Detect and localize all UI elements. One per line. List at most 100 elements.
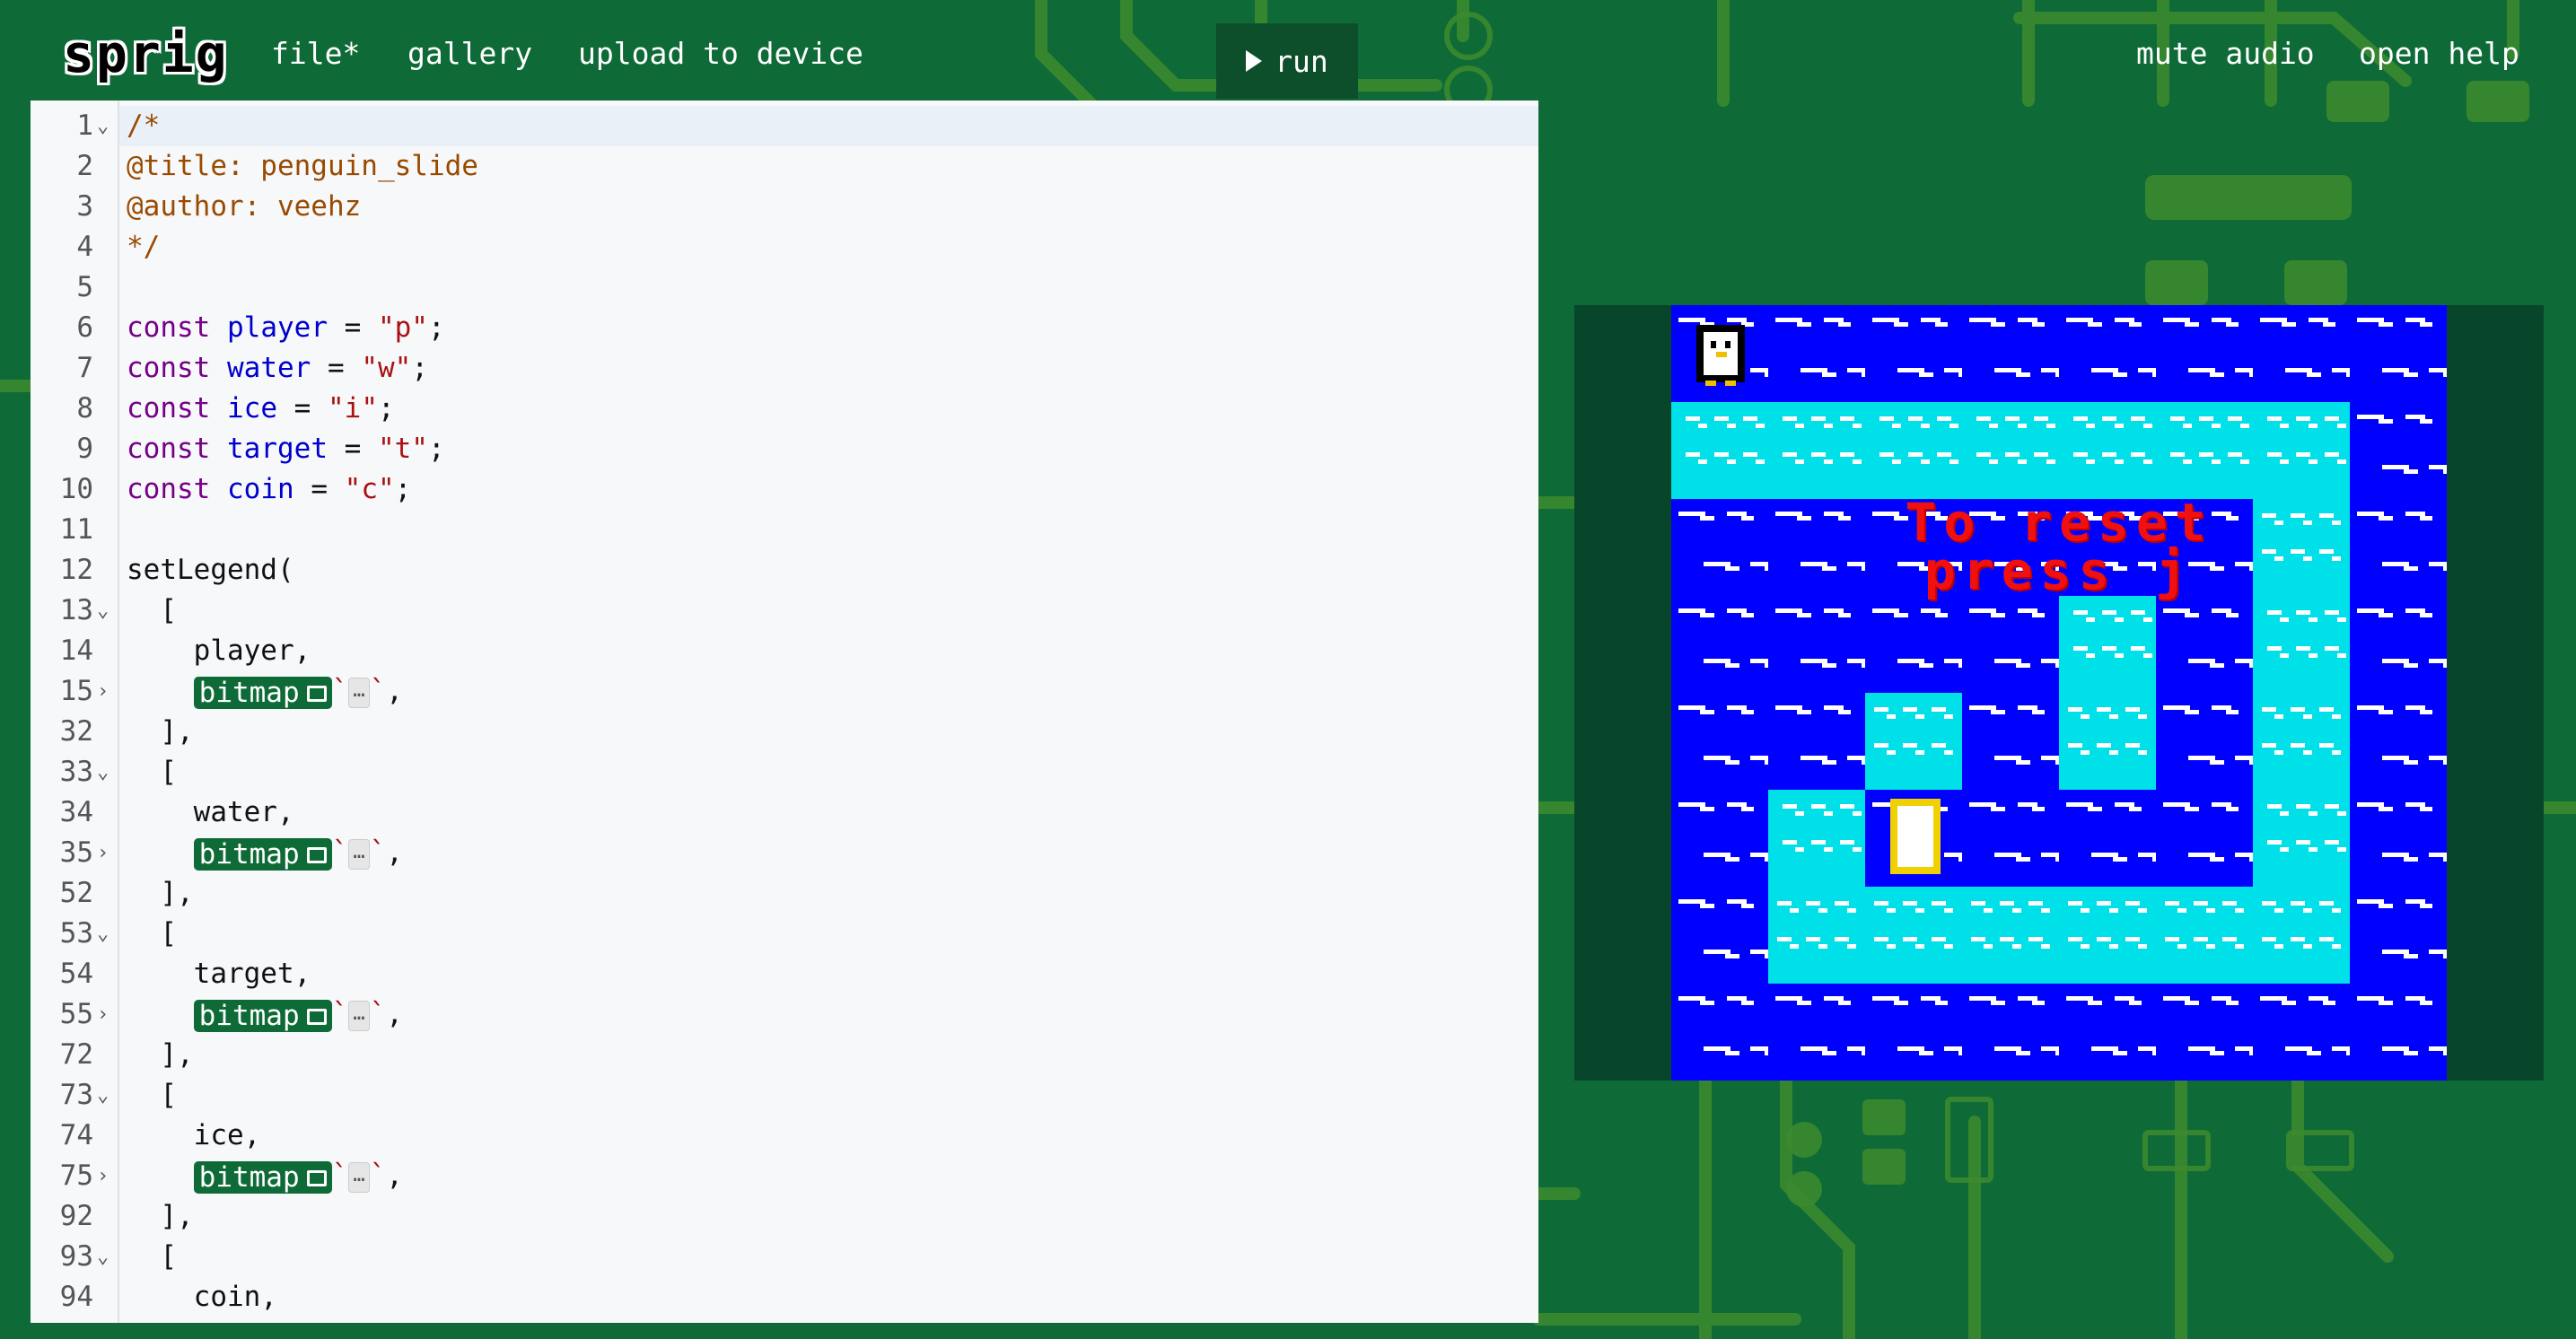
- bitmap-editor-button[interactable]: bitmap: [193, 1160, 332, 1194]
- line-number: 75: [59, 1160, 93, 1192]
- folded-content-placeholder[interactable]: …: [348, 1000, 370, 1031]
- mute-audio-button[interactable]: mute audio: [2136, 36, 2315, 71]
- fold-closed-icon[interactable]: ›: [97, 833, 115, 873]
- code-line[interactable]: 55 › bitmap `… `,: [31, 994, 1538, 1035]
- code-line[interactable]: 9 const target = "t";: [31, 429, 1538, 469]
- water-tile: [1865, 984, 1971, 1081]
- bitmap-editor-button[interactable]: bitmap: [193, 676, 332, 709]
- code-line[interactable]: 53 ⌄ [: [31, 914, 1538, 954]
- folded-content-placeholder[interactable]: …: [348, 1161, 370, 1193]
- code-line[interactable]: 2 @title: penguin_slide: [31, 146, 1538, 187]
- code-token: setLegend(: [127, 554, 294, 586]
- bitmap-label: bitmap: [198, 837, 300, 871]
- open-help-button[interactable]: open help: [2359, 36, 2519, 71]
- code-line[interactable]: 13 ⌄ [: [31, 591, 1538, 631]
- line-number: 13: [59, 594, 93, 626]
- fold-closed-icon[interactable]: ›: [97, 1156, 115, 1196]
- water-tile: [1962, 305, 2068, 402]
- code-token: ;: [411, 352, 428, 384]
- code-line[interactable]: 32 ],: [31, 712, 1538, 752]
- bitmap-editor-button[interactable]: bitmap: [193, 837, 332, 871]
- game-screen[interactable]: To reset press j: [1671, 305, 2447, 1081]
- code-token: ;: [427, 311, 445, 344]
- code-token: ],: [127, 715, 194, 748]
- code-line[interactable]: 93 ⌄ [: [31, 1237, 1538, 1277]
- line-number: 14: [59, 634, 93, 667]
- water-tile: [1671, 693, 1777, 790]
- water-tile: [1962, 596, 2068, 693]
- fold-closed-icon[interactable]: ›: [97, 994, 115, 1035]
- code-line[interactable]: 14 player,: [31, 631, 1538, 671]
- water-tile: [2156, 596, 2262, 693]
- fold-open-icon[interactable]: ⌄: [97, 914, 115, 954]
- code-line[interactable]: 74 ice,: [31, 1116, 1538, 1156]
- fold-closed-icon[interactable]: ›: [97, 671, 115, 712]
- code-token: "c": [344, 473, 395, 505]
- water-tile: [2350, 402, 2447, 499]
- code-line[interactable]: 92 ],: [31, 1196, 1538, 1237]
- sprig-logo[interactable]: sprig: [63, 23, 229, 84]
- code-text: [: [127, 1237, 177, 1277]
- fold-open-icon[interactable]: ⌄: [97, 752, 115, 792]
- line-number: 72: [59, 1038, 93, 1071]
- code-line[interactable]: 8 const ice = "i";: [31, 389, 1538, 429]
- code-line[interactable]: 4 */: [31, 227, 1538, 267]
- top-nav: sprig file* gallery upload to device run…: [0, 0, 2576, 101]
- ice-tile: [2253, 693, 2350, 790]
- code-text: ],: [127, 873, 193, 914]
- code-token: "w": [361, 352, 412, 384]
- code-text: const ice = "i";: [127, 389, 395, 429]
- code-line[interactable]: 75 › bitmap `… `,: [31, 1156, 1538, 1196]
- code-text: bitmap `… `,: [127, 833, 403, 873]
- code-token: water: [227, 352, 311, 384]
- code-text: bitmap `… `,: [127, 671, 403, 712]
- code-line[interactable]: 35 › bitmap `… `,: [31, 833, 1538, 873]
- line-number: 11: [59, 513, 93, 546]
- code-line[interactable]: 1 ⌄ /*: [31, 106, 1538, 146]
- code-line[interactable]: 94 coin,: [31, 1277, 1538, 1317]
- file-menu[interactable]: file*: [271, 36, 360, 71]
- run-button[interactable]: run: [1216, 23, 1358, 99]
- code-text: ],: [127, 1196, 193, 1237]
- bitmap-editor-button[interactable]: bitmap: [193, 999, 332, 1032]
- line-number: 8: [76, 392, 93, 424]
- code-line[interactable]: 5: [31, 267, 1538, 308]
- fold-open-icon[interactable]: ⌄: [97, 1075, 115, 1116]
- code-line[interactable]: 72 ],: [31, 1035, 1538, 1075]
- code-token: ice,: [127, 1119, 261, 1151]
- code-line[interactable]: 12 setLegend(: [31, 550, 1538, 591]
- line-number: 5: [76, 271, 93, 303]
- code-text: ],: [127, 1035, 193, 1075]
- code-token: @title: penguin_slide: [127, 150, 478, 182]
- fold-open-icon[interactable]: ⌄: [97, 106, 115, 146]
- folded-content-placeholder[interactable]: …: [348, 838, 370, 870]
- ice-tile: [1962, 402, 2059, 499]
- code-line[interactable]: 11: [31, 510, 1538, 550]
- fold-open-icon[interactable]: ⌄: [97, 591, 115, 631]
- gallery-link[interactable]: gallery: [407, 36, 532, 71]
- ice-tile: [2253, 402, 2350, 499]
- backtick: `: [369, 836, 387, 869]
- code-line[interactable]: 10 const coin = "c";: [31, 469, 1538, 510]
- code-line[interactable]: 7 const water = "w";: [31, 348, 1538, 389]
- code-line[interactable]: 52 ],: [31, 873, 1538, 914]
- code-token: [: [127, 756, 177, 788]
- water-tile: [1671, 887, 1777, 984]
- upload-to-device-button[interactable]: upload to device: [578, 36, 863, 71]
- code-editor[interactable]: 1 ⌄/* 2 @title: penguin_slide 3 @author: veeh…: [31, 101, 1538, 1323]
- bitmap-label: bitmap: [198, 1160, 300, 1194]
- code-line[interactable]: 54 target,: [31, 954, 1538, 994]
- code-line[interactable]: 6 const player = "p";: [31, 308, 1538, 348]
- code-line[interactable]: 73 ⌄ [: [31, 1075, 1538, 1116]
- water-tile: [1865, 596, 1971, 693]
- line-number: 6: [76, 311, 93, 344]
- code-line[interactable]: 3 @author: veehz: [31, 187, 1538, 227]
- code-token: const: [127, 473, 211, 505]
- code-line[interactable]: 34 water,: [31, 792, 1538, 833]
- folded-content-placeholder[interactable]: …: [348, 677, 370, 708]
- code-line[interactable]: 15 › bitmap `… `,: [31, 671, 1538, 712]
- backtick: `: [331, 1160, 349, 1192]
- code-line[interactable]: 33 ⌄ [: [31, 752, 1538, 792]
- fold-open-icon[interactable]: ⌄: [97, 1237, 115, 1277]
